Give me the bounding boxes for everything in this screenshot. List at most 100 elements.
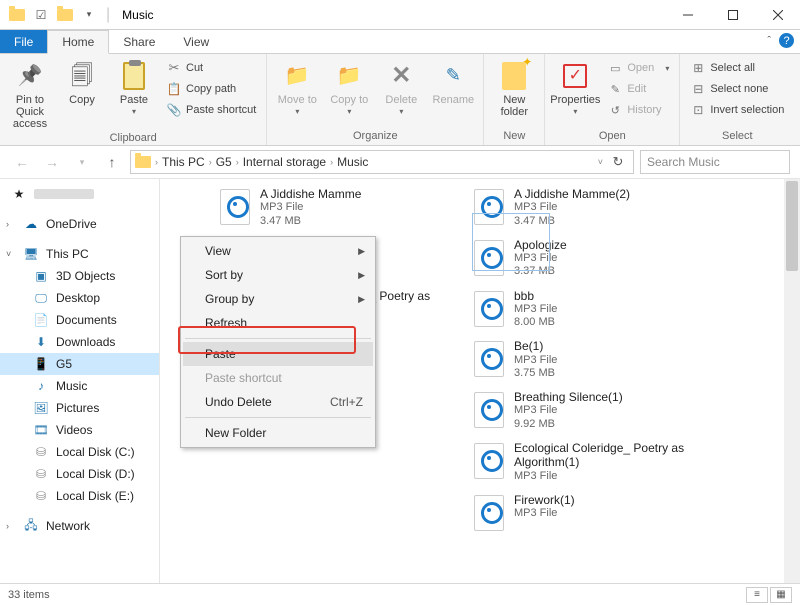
close-button[interactable] (755, 0, 800, 30)
qat-dropdown-icon[interactable]: ▾ (78, 4, 100, 26)
file-type: MP3 File (260, 201, 361, 214)
collapse-ribbon-icon[interactable]: ˆ (767, 35, 771, 47)
refresh-button[interactable]: ↻ (607, 154, 629, 170)
file-item[interactable]: A Jiddishe Mamme MP3 File 3.47 MB (218, 187, 448, 228)
view-icons-button[interactable]: ▦ (770, 587, 792, 603)
help-icon[interactable]: ? (779, 33, 794, 48)
mp3-file-icon (218, 187, 252, 227)
phone-icon: 📱 (32, 357, 50, 371)
chevron-down-icon[interactable]: ˅ (598, 157, 603, 167)
file-item[interactable]: bbb MP3 File 8.00 MB (472, 289, 712, 330)
label: Cut (186, 62, 203, 74)
select-all-button[interactable]: ⊞Select all (686, 58, 788, 78)
file-size: 3.75 MB (514, 367, 557, 380)
label: History (627, 104, 661, 116)
search-input[interactable]: Search Music (640, 150, 790, 174)
pin-quick-access-button[interactable]: Pin to Quick access (6, 56, 54, 130)
tab-view[interactable]: View (169, 30, 223, 53)
folder-icon (6, 4, 28, 26)
up-button[interactable]: ↑ (100, 150, 124, 174)
copy-path-button[interactable]: Copy path (162, 79, 260, 99)
label: New folder (490, 94, 538, 118)
navitem-3dobjects[interactable]: ▣3D Objects (0, 265, 159, 287)
copy-button[interactable]: Copy (58, 56, 106, 106)
breadcrumb-g5[interactable]: G5 (216, 155, 232, 169)
placeholder-text: Search Music (647, 155, 720, 169)
breadcrumb-music[interactable]: Music (337, 155, 368, 169)
label: Refresh (205, 316, 247, 330)
file-item[interactable]: Ecological Coleridge_ Poetry as Algorith… (472, 441, 712, 483)
file-item[interactable]: Be(1) MP3 File 3.75 MB (472, 339, 712, 380)
ribbon-group-clipboard: Clipboard (6, 130, 260, 147)
ctx-paste[interactable]: Paste (183, 342, 373, 366)
vertical-scrollbar[interactable] (784, 179, 800, 583)
tab-file[interactable]: File (0, 30, 47, 53)
window-title: Music (114, 8, 665, 22)
view-details-button[interactable]: ≡ (746, 587, 768, 603)
paste-button[interactable]: Paste▾ (110, 56, 158, 117)
navitem-music[interactable]: ♪Music (0, 375, 159, 397)
ctx-refresh[interactable]: Refresh (183, 311, 373, 335)
tab-home[interactable]: Home (47, 30, 109, 54)
navitem-diskc[interactable]: ⛁Local Disk (C:) (0, 441, 159, 463)
file-name: Ecological Coleridge_ Poetry as Algorith… (514, 441, 712, 470)
qat-properties-icon[interactable]: ☑ (30, 4, 52, 26)
ctx-sort-by[interactable]: Sort by▶ (183, 263, 373, 287)
label: Copy (69, 94, 95, 106)
breadcrumb-internal-storage[interactable]: Internal storage (243, 155, 326, 169)
ctx-paste-shortcut: Paste shortcut (183, 366, 373, 390)
copy-to-button[interactable]: Copy to▾ (325, 56, 373, 117)
new-folder-button[interactable]: New folder (490, 56, 538, 118)
navitem-documents[interactable]: 📄Documents (0, 309, 159, 331)
ctx-new-folder[interactable]: New Folder (183, 421, 373, 445)
open-button[interactable]: ▭Open ▾ (603, 58, 673, 78)
navitem-thispc[interactable]: ˅🖥This PC (0, 243, 159, 265)
ribbon-paste-shortcut-button[interactable]: Paste shortcut (162, 100, 260, 120)
label: This PC (46, 247, 89, 261)
move-to-button[interactable]: Move to▾ (273, 56, 321, 117)
label: Edit (627, 83, 646, 95)
minimize-button[interactable] (665, 0, 710, 30)
forward-button[interactable]: → (40, 150, 64, 174)
navitem-pictures[interactable]: 🖼Pictures (0, 397, 159, 419)
invert-selection-button[interactable]: ⊡Invert selection (686, 100, 788, 120)
navitem-desktop[interactable]: 🖵Desktop (0, 287, 159, 309)
select-none-button[interactable]: ⊟Select none (686, 79, 788, 99)
navitem-g5[interactable]: 📱G5 (0, 353, 159, 375)
navitem-network[interactable]: ›🖧Network (0, 515, 159, 537)
edit-button[interactable]: ✎Edit (603, 79, 673, 99)
label: Local Disk (D:) (56, 467, 135, 481)
label: Paste (120, 94, 148, 106)
tab-share[interactable]: Share (109, 30, 169, 53)
folder-icon (135, 156, 151, 168)
navigation-pane[interactable]: ˅★ ›☁OneDrive ˅🖥This PC ▣3D Objects 🖵Des… (0, 179, 160, 583)
history-button[interactable]: ↺ History (603, 100, 673, 120)
label: Pin to Quick access (6, 94, 54, 130)
rename-button[interactable]: Rename (429, 56, 477, 106)
navitem-videos[interactable]: 🎞Videos (0, 419, 159, 441)
ctx-group-by[interactable]: Group by▶ (183, 287, 373, 311)
file-item[interactable]: Firework(1) MP3 File (472, 493, 712, 533)
properties-button[interactable]: ✓Properties▾ (551, 56, 599, 117)
ctx-view[interactable]: View▶ (183, 239, 373, 263)
shortcut-label: Ctrl+Z (330, 395, 363, 409)
address-bar[interactable]: › This PC › G5 › Internal storage › Musi… (130, 150, 634, 174)
ctx-undo-delete[interactable]: Undo DeleteCtrl+Z (183, 390, 373, 414)
file-size: 3.47 MB (260, 215, 361, 228)
navitem-diske[interactable]: ⛁Local Disk (E:) (0, 485, 159, 507)
history-icon: ↺ (607, 104, 623, 117)
back-button[interactable]: ← (10, 150, 34, 174)
maximize-button[interactable] (710, 0, 755, 30)
navitem-onedrive[interactable]: ›☁OneDrive (0, 213, 159, 235)
qat-newfolder-icon[interactable] (54, 4, 76, 26)
navitem-quick-access[interactable]: ˅★ (0, 183, 159, 205)
recent-dropdown[interactable]: ▾ (70, 150, 94, 174)
navitem-downloads[interactable]: ⬇Downloads (0, 331, 159, 353)
scrollbar-thumb[interactable] (786, 181, 798, 271)
delete-button[interactable]: ✕Delete▾ (377, 56, 425, 117)
file-item[interactable]: Breathing Silence(1) MP3 File 9.92 MB (472, 390, 712, 431)
cut-button[interactable]: Cut (162, 58, 260, 78)
breadcrumb-thispc[interactable]: This PC (162, 155, 205, 169)
file-name: Be(1) (514, 339, 557, 353)
navitem-diskd[interactable]: ⛁Local Disk (D:) (0, 463, 159, 485)
